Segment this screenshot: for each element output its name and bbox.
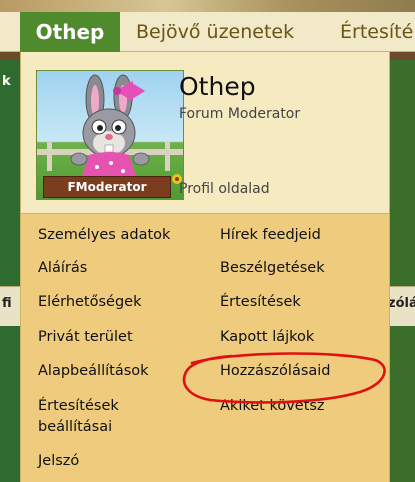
account-menu: Személyes adatok Aláírás Elérhetőségek P… bbox=[21, 214, 389, 482]
background-text-fragment: k bbox=[2, 74, 11, 89]
background-right-strip bbox=[390, 60, 415, 482]
menu-item-alerts[interactable]: Értesítések bbox=[220, 292, 380, 313]
menu-item-password[interactable]: Jelszó bbox=[38, 451, 198, 472]
menu-item-preferences[interactable]: Alapbeállítások bbox=[38, 361, 198, 382]
account-dropdown: FModerator Othep Forum Moderator Profil … bbox=[20, 52, 390, 482]
menu-item-privacy[interactable]: Privát terület bbox=[38, 327, 198, 348]
top-navigation: Othep Bejövő üzenetek Értesíté bbox=[0, 12, 415, 52]
profile-card: FModerator Othep Forum Moderator Profil … bbox=[21, 52, 389, 214]
menu-item-contact-details[interactable]: Elérhetőségek bbox=[38, 292, 198, 313]
background-left-strip bbox=[0, 60, 20, 482]
moderator-plate: FModerator bbox=[43, 176, 171, 198]
menu-item-conversations[interactable]: Beszélgetések bbox=[220, 258, 380, 279]
menu-item-your-posts[interactable]: Hozzászólásaid bbox=[220, 361, 380, 382]
menu-item-following[interactable]: Akiket követsz bbox=[220, 396, 380, 417]
avatar[interactable]: FModerator bbox=[36, 70, 184, 200]
background-text-fragment: fi bbox=[2, 296, 12, 311]
profile-role: Forum Moderator bbox=[179, 106, 301, 122]
menu-item-personal-details[interactable]: Személyes adatok bbox=[38, 225, 198, 246]
menu-item-signature[interactable]: Aláírás bbox=[38, 258, 198, 279]
background-text-fragment: zólá bbox=[388, 296, 415, 311]
tab-alerts[interactable]: Értesíté bbox=[340, 12, 413, 52]
tab-inbox[interactable]: Bejövő üzenetek bbox=[136, 12, 294, 52]
menu-item-likes-received[interactable]: Kapott lájkok bbox=[220, 327, 380, 348]
menu-item-alert-preferences[interactable]: Értesítések beállításai bbox=[38, 396, 168, 438]
profile-page-link[interactable]: Profil oldalad bbox=[179, 181, 270, 197]
menu-item-news-feed[interactable]: Hírek feedjeid bbox=[220, 225, 380, 246]
tab-profile[interactable]: Othep bbox=[20, 12, 120, 52]
profile-name[interactable]: Othep bbox=[179, 72, 256, 101]
